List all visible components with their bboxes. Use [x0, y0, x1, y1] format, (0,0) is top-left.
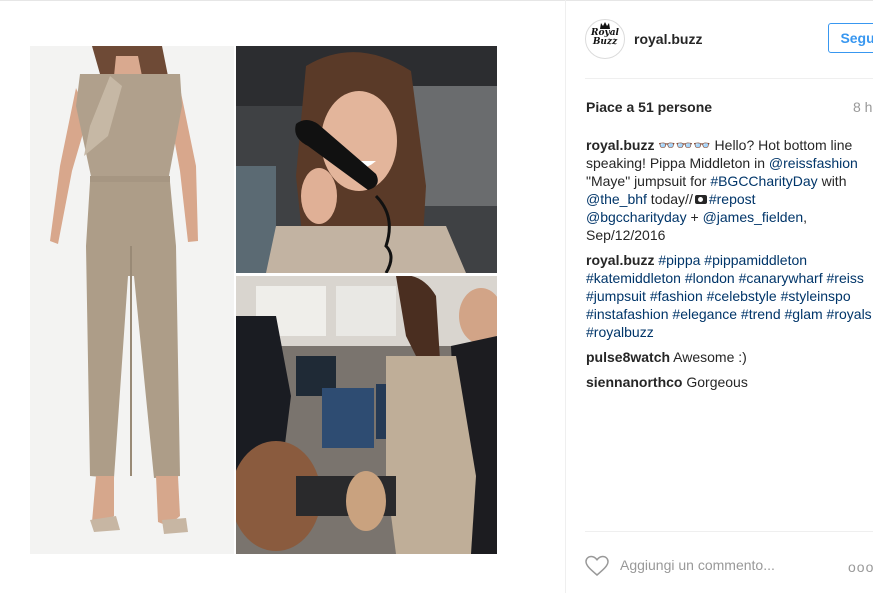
jumpsuit-product-photo: [30, 46, 234, 554]
hashtag-link[interactable]: #celebstyle: [707, 288, 777, 304]
caption-text: with: [817, 173, 847, 189]
hashtag-link[interactable]: #trend: [741, 306, 781, 322]
comment-username[interactable]: siennanorthco: [586, 374, 682, 390]
hashtag-link[interactable]: #royals: [827, 306, 872, 322]
mention-link[interactable]: @the_bhf: [586, 191, 647, 207]
hashtags-comment: royal.buzz #pippa #pippamiddleton #katem…: [586, 251, 873, 341]
avatar[interactable]: Royal Buzz: [585, 19, 625, 59]
comment-username[interactable]: royal.buzz: [586, 137, 654, 153]
glasses-emoji: 👓👓👓: [658, 137, 711, 153]
hashtag-link[interactable]: #elegance: [672, 306, 737, 322]
hashtag-link[interactable]: #katemiddleton: [586, 270, 681, 286]
hashtag-link[interactable]: #fashion: [650, 288, 703, 304]
comment-list: royal.buzz 👓👓👓 Hello? Hot bottom line sp…: [586, 136, 873, 398]
follow-button[interactable]: Segui: [828, 23, 873, 53]
comment-username[interactable]: pulse8watch: [586, 349, 670, 365]
hashtag-link[interactable]: #styleinspo: [781, 288, 851, 304]
post-timestamp[interactable]: 8 h: [853, 99, 872, 115]
heart-icon[interactable]: [585, 555, 609, 577]
trading-floor-photo: [236, 276, 497, 554]
comment-text: Gorgeous: [682, 374, 748, 390]
mention-link[interactable]: @bgccharityday: [586, 209, 687, 225]
camera-icon: [694, 195, 707, 204]
caption-text: +: [686, 209, 703, 225]
comment-text: Awesome :): [670, 349, 747, 365]
caption-comment: royal.buzz 👓👓👓 Hello? Hot bottom line sp…: [586, 136, 873, 244]
post-username[interactable]: royal.buzz: [634, 31, 702, 47]
header-divider: [585, 78, 873, 79]
comment-username[interactable]: royal.buzz: [586, 252, 654, 268]
user-comment: siennanorthco Gorgeous: [586, 373, 873, 391]
hashtag-link[interactable]: #reiss: [827, 270, 864, 286]
post-sidebar: Royal Buzz royal.buzz Segui Piace a 51 p…: [565, 0, 873, 593]
likes-count[interactable]: Piace a 51 persone: [586, 99, 712, 115]
avatar-logo-text: Royal Buzz: [591, 28, 619, 47]
mention-link[interactable]: @james_fielden: [703, 209, 804, 225]
post-image[interactable]: [30, 46, 497, 554]
mention-link[interactable]: @reissfashion: [769, 155, 858, 171]
hashtag-link[interactable]: #instafashion: [586, 306, 669, 322]
footer-divider: [585, 531, 873, 532]
phone-call-photo: [236, 46, 497, 273]
hashtag-link[interactable]: #london: [685, 270, 735, 286]
hashtag-link[interactable]: #canarywharf: [739, 270, 823, 286]
hashtag-link[interactable]: #repost: [709, 191, 756, 207]
hashtag-link[interactable]: #pippa: [658, 252, 700, 268]
hashtag-link[interactable]: #BGCCharityDay: [710, 173, 817, 189]
hashtag-link[interactable]: #pippamiddleton: [704, 252, 807, 268]
hashtag-link[interactable]: #royalbuzz: [586, 324, 654, 340]
hashtag-link[interactable]: #jumpsuit: [586, 288, 646, 304]
add-comment-input[interactable]: Aggiungi un commento...: [620, 557, 775, 573]
user-comment: pulse8watch Awesome :): [586, 348, 873, 366]
post-header: Royal Buzz royal.buzz Segui: [585, 19, 873, 59]
hashtag-link[interactable]: #glam: [785, 306, 823, 322]
more-options-icon[interactable]: ooo: [848, 559, 873, 575]
caption-text: "Maye" jumpsuit for: [586, 173, 711, 189]
caption-text: today//: [646, 191, 693, 207]
